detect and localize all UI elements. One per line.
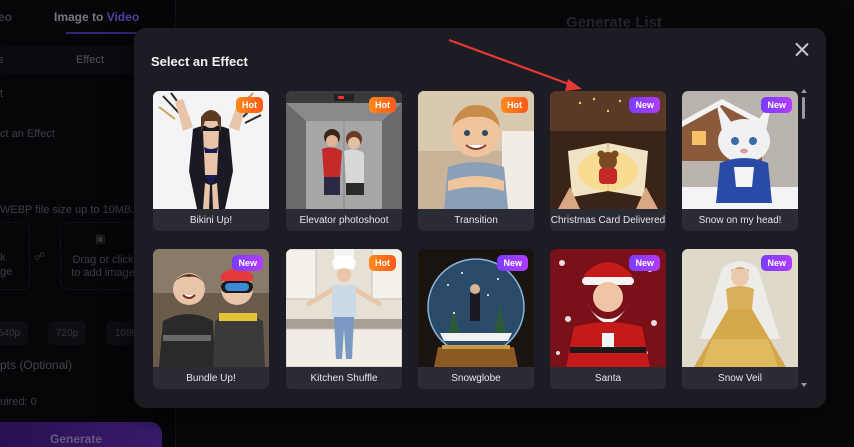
effects-grid: Hot Bikini Up! Hot Elevator photoshoot H… bbox=[153, 91, 798, 396]
scroll-down-icon[interactable] bbox=[801, 383, 807, 387]
new-badge: New bbox=[629, 255, 660, 271]
effect-label: Snow Veil bbox=[682, 367, 798, 389]
scroll-up-icon[interactable] bbox=[801, 89, 807, 93]
effect-card-bikini-up[interactable]: Hot Bikini Up! bbox=[153, 91, 269, 231]
effect-label: Bundle Up! bbox=[153, 367, 269, 389]
new-badge: New bbox=[629, 97, 660, 113]
effect-card-elevator-photoshoot[interactable]: Hot Elevator photoshoot bbox=[286, 91, 402, 231]
effect-card-christmas-card-delivered[interactable]: New Christmas Card Delivered bbox=[550, 91, 666, 231]
effect-label: Kitchen Shuffle bbox=[286, 367, 402, 389]
new-badge: New bbox=[761, 255, 792, 271]
effect-card-santa[interactable]: New Santa bbox=[550, 249, 666, 389]
effect-card-snowglobe[interactable]: New Snowglobe bbox=[418, 249, 534, 389]
effect-label: Bikini Up! bbox=[153, 209, 269, 231]
effect-label: Transition bbox=[418, 209, 534, 231]
effect-label: Snow on my head! bbox=[682, 209, 798, 231]
effect-label: Elevator photoshoot bbox=[286, 209, 402, 231]
hot-badge: Hot bbox=[236, 97, 263, 113]
hot-badge: Hot bbox=[369, 97, 396, 113]
new-badge: New bbox=[761, 97, 792, 113]
effect-label: Christmas Card Delivered bbox=[550, 209, 666, 231]
scroll-thumb[interactable] bbox=[802, 97, 805, 119]
new-badge: New bbox=[232, 255, 263, 271]
effect-label: Santa bbox=[550, 367, 666, 389]
effect-card-transition[interactable]: Hot Transition bbox=[418, 91, 534, 231]
effect-card-snow-veil[interactable]: New Snow Veil bbox=[682, 249, 798, 389]
effects-scrollbar[interactable] bbox=[801, 89, 807, 391]
effect-card-snow-on-my-head[interactable]: New Snow on my head! bbox=[682, 91, 798, 231]
close-icon[interactable] bbox=[792, 40, 812, 60]
hot-badge: Hot bbox=[369, 255, 396, 271]
effect-label: Snowglobe bbox=[418, 367, 534, 389]
effect-card-kitchen-shuffle[interactable]: Hot Kitchen Shuffle bbox=[286, 249, 402, 389]
select-effect-modal: Select an Effect Hot Bikini Up! Hot Elev… bbox=[134, 28, 826, 408]
hot-badge: Hot bbox=[501, 97, 528, 113]
modal-title: Select an Effect bbox=[151, 54, 248, 69]
effect-card-bundle-up[interactable]: New Bundle Up! bbox=[153, 249, 269, 389]
new-badge: New bbox=[497, 255, 528, 271]
